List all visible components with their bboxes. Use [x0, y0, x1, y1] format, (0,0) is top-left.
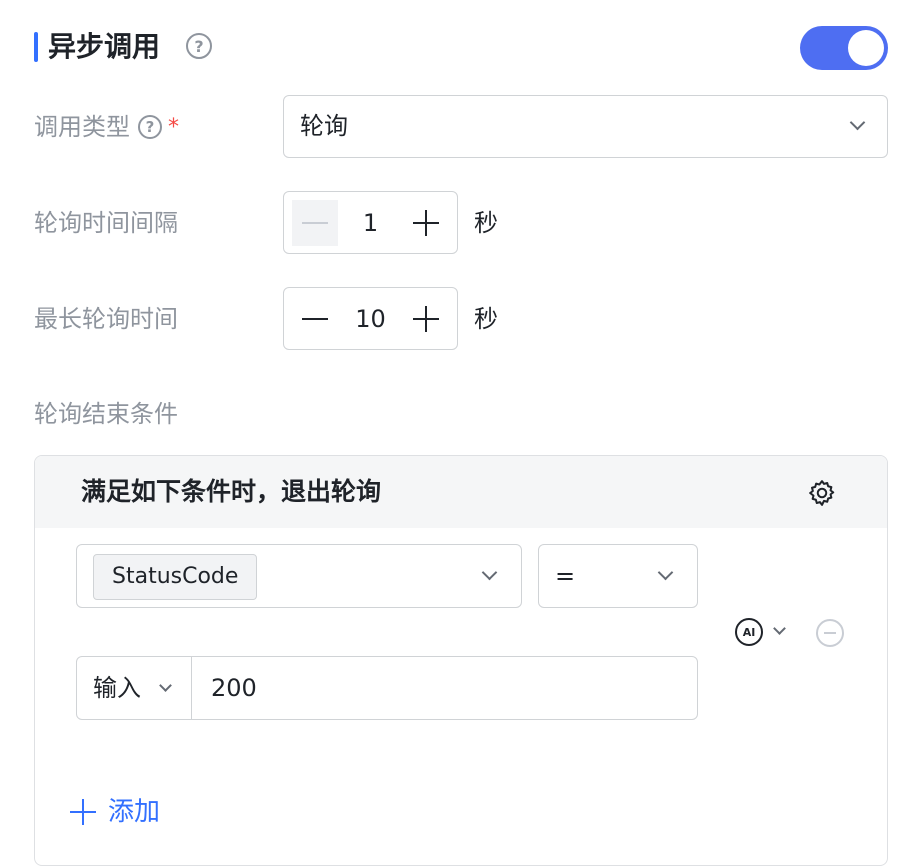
chevron-down-icon: [849, 114, 866, 131]
poll-interval-stepper[interactable]: 1: [283, 191, 458, 254]
increment-button[interactable]: [403, 296, 449, 342]
condition-panel-title: 满足如下条件时，退出轮询: [81, 477, 382, 506]
section-accent-bar: [34, 32, 38, 62]
minus-icon: [302, 318, 328, 320]
question-circle-icon[interactable]: ?: [138, 115, 162, 139]
end-condition-label: 轮询结束条件: [34, 400, 178, 428]
add-condition-button[interactable]: 添加: [70, 792, 160, 832]
condition-field-select[interactable]: StatusCode: [76, 544, 522, 608]
call-type-label-row: 调用类型 ? *: [34, 110, 179, 144]
value-type: 输入: [93, 674, 141, 702]
operator-value: =: [555, 562, 576, 590]
question-circle-icon[interactable]: ?: [186, 33, 212, 59]
chevron-down-icon: [481, 564, 498, 581]
max-poll-time-stepper[interactable]: 10: [283, 287, 458, 350]
decrement-button[interactable]: [292, 200, 338, 246]
call-type-select[interactable]: 轮询: [283, 95, 888, 158]
ai-assist-button[interactable]: AI: [735, 618, 793, 648]
condition-value-input[interactable]: [193, 657, 697, 719]
field-tag[interactable]: StatusCode: [93, 554, 258, 600]
max-poll-time-value[interactable]: 10: [340, 302, 401, 336]
remove-condition-button[interactable]: [816, 619, 844, 647]
decrement-button[interactable]: [292, 296, 338, 342]
value-type-select[interactable]: 输入: [77, 657, 192, 719]
poll-interval-unit: 秒: [474, 209, 498, 237]
minus-icon: [302, 222, 328, 224]
call-type-value: 轮询: [300, 112, 348, 140]
poll-interval-label: 轮询时间间隔: [34, 209, 178, 237]
chevron-down-icon: [657, 564, 674, 581]
condition-value-row: 输入: [76, 656, 698, 720]
required-mark: *: [168, 114, 179, 140]
call-type-label: 调用类型: [34, 113, 130, 141]
chevron-down-icon: [159, 679, 172, 692]
minus-circle-icon: [824, 632, 836, 634]
add-label: 添加: [108, 797, 161, 827]
max-poll-time-label: 最长轮询时间: [34, 305, 178, 333]
poll-interval-value[interactable]: 1: [340, 206, 401, 240]
chevron-down-icon: [773, 622, 786, 635]
toggle-knob: [848, 30, 884, 66]
condition-panel-header: 满足如下条件时，退出轮询: [35, 456, 887, 528]
max-poll-time-unit: 秒: [474, 305, 498, 333]
condition-operator-select[interactable]: =: [538, 544, 698, 608]
section-title: 异步调用: [48, 30, 161, 63]
async-call-toggle[interactable]: [800, 26, 888, 70]
plus-icon: [70, 799, 96, 825]
ai-icon: AI: [735, 618, 763, 646]
increment-button[interactable]: [403, 200, 449, 246]
gear-icon[interactable]: [807, 478, 837, 508]
